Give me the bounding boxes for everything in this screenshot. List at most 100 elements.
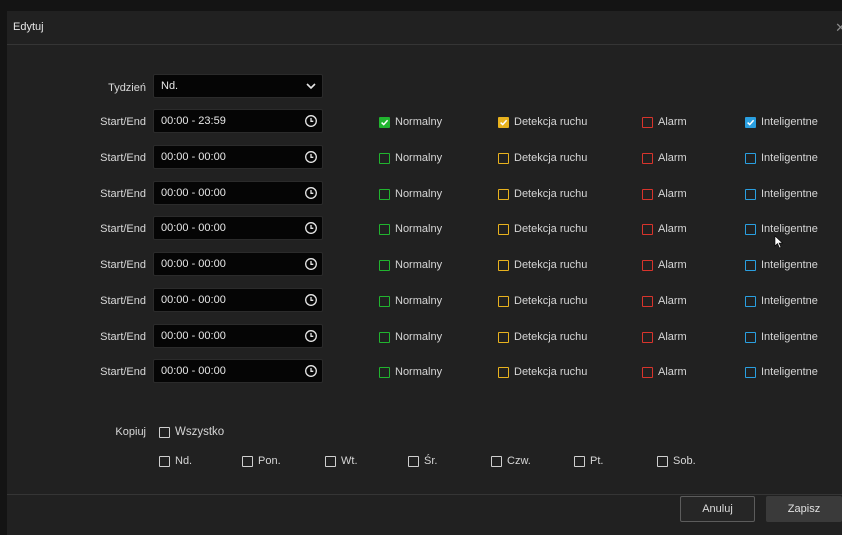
alarm-checkbox[interactable]: Alarm <box>642 151 687 165</box>
motion-label: Detekcja ruchu <box>514 152 588 164</box>
close-icon[interactable]: ✕ <box>835 20 842 36</box>
alarm-checkbox[interactable]: Alarm <box>642 115 687 129</box>
row-label: Start/End <box>100 116 146 128</box>
dialog-title: Edytuj <box>13 21 44 33</box>
checkbox-box <box>642 366 653 378</box>
smart-checkbox[interactable]: Inteligentne <box>745 330 818 344</box>
time-range-input[interactable]: 00:00 - 00:00 <box>153 145 323 169</box>
alarm-checkbox[interactable]: Alarm <box>642 187 687 201</box>
clock-icon <box>305 222 317 234</box>
smart-checkbox[interactable]: Inteligentne <box>745 258 818 272</box>
normal-checkbox[interactable]: Normalny <box>379 151 442 165</box>
alarm-checkbox[interactable]: Alarm <box>642 365 687 379</box>
time-range-value: 00:00 - 00:00 <box>161 258 226 270</box>
checkbox-box <box>745 295 756 307</box>
copy-day-checkbox[interactable]: Śr. <box>408 454 437 468</box>
row-label: Start/End <box>100 152 146 164</box>
motion-checkbox[interactable]: Detekcja ruchu <box>498 115 587 129</box>
normal-checkbox[interactable]: Normalny <box>379 365 442 379</box>
row-label: Start/End <box>100 223 146 235</box>
copy-day-checkbox[interactable]: Czw. <box>491 454 531 468</box>
alarm-checkbox[interactable]: Alarm <box>642 330 687 344</box>
motion-checkbox[interactable]: Detekcja ruchu <box>498 258 587 272</box>
cancel-button[interactable]: Anuluj <box>680 496 755 522</box>
checkbox-box <box>498 366 509 378</box>
motion-checkbox[interactable]: Detekcja ruchu <box>498 330 587 344</box>
time-range-input[interactable]: 00:00 - 00:00 <box>153 288 323 312</box>
copy-day-checkbox[interactable]: Wt. <box>325 454 358 468</box>
time-range-input[interactable]: 00:00 - 00:00 <box>153 359 323 383</box>
checkbox-box <box>498 295 509 307</box>
normal-label: Normalny <box>395 259 443 271</box>
normal-label: Normalny <box>395 188 443 200</box>
normal-checkbox[interactable]: Normalny <box>379 330 442 344</box>
row-label: Start/End <box>100 366 146 378</box>
copy-all-checkbox[interactable]: Wszystko <box>159 425 224 439</box>
week-select[interactable]: Nd. <box>153 74 323 98</box>
alarm-label: Alarm <box>658 152 687 164</box>
row-label: Start/End <box>100 259 146 271</box>
checkbox-box <box>379 259 390 271</box>
smart-checkbox[interactable]: Inteligentne <box>745 151 818 165</box>
checkbox-box <box>498 331 509 343</box>
dialog-titlebar: Edytuj ✕ <box>7 11 842 45</box>
checkbox-box <box>498 188 509 200</box>
checkbox-box <box>745 331 756 343</box>
row-label: Start/End <box>100 188 146 200</box>
copy-day-label: Nd. <box>175 455 193 467</box>
time-range-input[interactable]: 00:00 - 00:00 <box>153 181 323 205</box>
normal-label: Normalny <box>395 152 443 164</box>
alarm-checkbox[interactable]: Alarm <box>642 222 687 236</box>
checkbox-box <box>379 188 390 200</box>
checkbox-box <box>642 152 653 164</box>
time-range-value: 00:00 - 00:00 <box>161 365 226 377</box>
motion-checkbox[interactable]: Detekcja ruchu <box>498 151 587 165</box>
time-range-input[interactable]: 00:00 - 00:00 <box>153 216 323 240</box>
save-button[interactable]: Zapisz <box>766 496 842 522</box>
smart-checkbox[interactable]: Inteligentne <box>745 365 818 379</box>
motion-checkbox[interactable]: Detekcja ruchu <box>498 365 587 379</box>
time-range-input[interactable]: 00:00 - 00:00 <box>153 324 323 348</box>
normal-checkbox[interactable]: Normalny <box>379 294 442 308</box>
normal-checkbox[interactable]: Normalny <box>379 258 442 272</box>
copy-day-label: Sob. <box>673 455 696 467</box>
smart-checkbox[interactable]: Inteligentne <box>745 187 818 201</box>
normal-label: Normalny <box>395 295 443 307</box>
checkbox-box <box>379 331 390 343</box>
checkbox-box <box>745 366 756 378</box>
check-icon <box>379 116 390 128</box>
checkbox-box <box>242 455 253 467</box>
motion-label: Detekcja ruchu <box>514 116 588 128</box>
checkbox-box <box>574 455 585 467</box>
time-range-value: 00:00 - 00:00 <box>161 151 226 163</box>
checkbox-box <box>642 259 653 271</box>
motion-checkbox[interactable]: Detekcja ruchu <box>498 294 587 308</box>
alarm-checkbox[interactable]: Alarm <box>642 294 687 308</box>
checkbox-box <box>642 295 653 307</box>
checkbox-box <box>657 455 668 467</box>
motion-label: Detekcja ruchu <box>514 331 588 343</box>
time-range-input[interactable]: 00:00 - 23:59 <box>153 109 323 133</box>
smart-checkbox[interactable]: Inteligentne <box>745 294 818 308</box>
alarm-checkbox[interactable]: Alarm <box>642 258 687 272</box>
clock-icon <box>305 115 317 127</box>
alarm-label: Alarm <box>658 116 687 128</box>
smart-label: Inteligentne <box>761 259 818 271</box>
normal-checkbox[interactable]: Normalny <box>379 222 442 236</box>
normal-checkbox[interactable]: Normalny <box>379 187 442 201</box>
checkbox-box <box>498 223 509 235</box>
time-range-input[interactable]: 00:00 - 00:00 <box>153 252 323 276</box>
copy-day-checkbox[interactable]: Nd. <box>159 454 192 468</box>
motion-label: Detekcja ruchu <box>514 295 588 307</box>
motion-label: Detekcja ruchu <box>514 188 588 200</box>
copy-day-checkbox[interactable]: Pt. <box>574 454 603 468</box>
motion-checkbox[interactable]: Detekcja ruchu <box>498 187 587 201</box>
copy-day-checkbox[interactable]: Pon. <box>242 454 281 468</box>
normal-checkbox[interactable]: Normalny <box>379 115 442 129</box>
chevron-down-icon <box>306 83 316 90</box>
copy-day-checkbox[interactable]: Sob. <box>657 454 696 468</box>
smart-checkbox[interactable]: Inteligentne <box>745 115 818 129</box>
checkbox-box <box>498 259 509 271</box>
motion-checkbox[interactable]: Detekcja ruchu <box>498 222 587 236</box>
smart-checkbox[interactable]: Inteligentne <box>745 222 818 236</box>
